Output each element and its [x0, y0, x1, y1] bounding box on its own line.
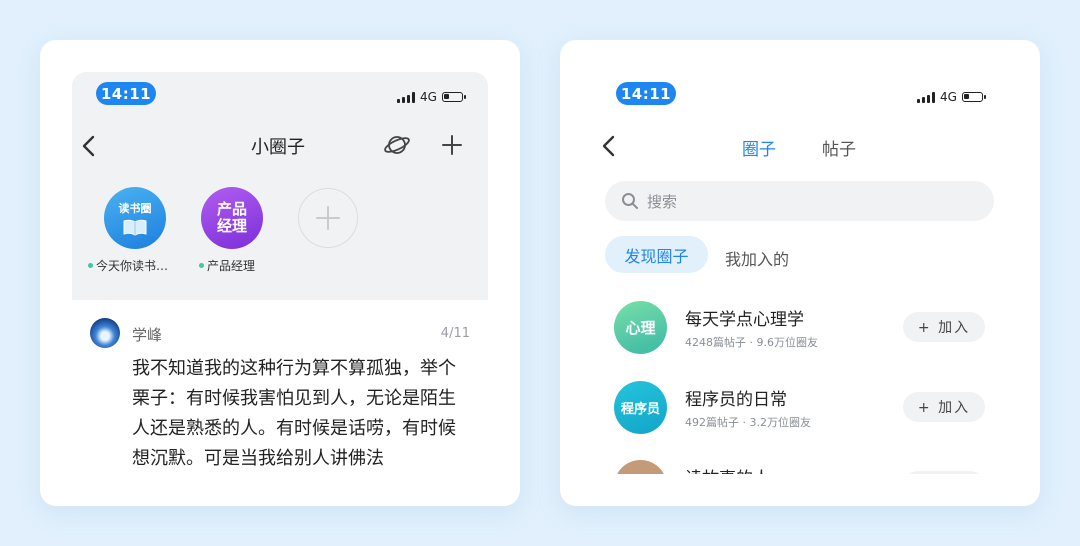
status-indicators: 4G	[917, 90, 986, 104]
active-dot	[199, 263, 204, 268]
status-indicators: 4G	[397, 90, 466, 104]
status-time: 14:11	[96, 82, 156, 105]
book-icon	[123, 219, 147, 236]
circle-pm-label[interactable]: 产品经理	[199, 257, 255, 274]
group-icon-programmer[interactable]: 程序员	[614, 381, 667, 434]
search-bar[interactable]: 搜索	[605, 181, 994, 221]
group-name[interactable]: 每天学点心理学	[685, 305, 804, 330]
tab-posts[interactable]: 帖子	[822, 135, 856, 160]
search-input[interactable]: 搜索	[647, 191, 677, 212]
join-button[interactable]: + 加入	[903, 392, 985, 422]
circle-reading[interactable]: 读书圈	[104, 187, 166, 249]
group-name[interactable]: 程序员的日常	[685, 385, 787, 410]
signal-icon	[917, 91, 935, 103]
segment-joined[interactable]: 我加入的	[725, 246, 789, 270]
active-dot	[88, 263, 93, 268]
back-arrow-icon[interactable]	[80, 135, 100, 157]
avatar[interactable]	[90, 318, 120, 348]
post-author[interactable]: 学峰	[132, 324, 162, 345]
right-card: 14:11 4G 圈子 帖子 搜索 发现圈子 我加入的 心理 每天学点心理学 4…	[560, 40, 1040, 506]
post-text: 我不知道我的这种行为算不算孤独，举个栗子：有时候我害怕见到人，无论是陌生人还是熟…	[132, 358, 456, 469]
join-button[interactable]	[903, 471, 985, 474]
back-arrow-icon[interactable]	[600, 135, 620, 157]
group-icon-story[interactable]	[614, 460, 667, 474]
post-card[interactable]: 学峰 4/11 我不知道我的这种行为算不算孤独，举个栗子：有时候我害怕见到人，无…	[72, 300, 488, 506]
add-icon[interactable]	[441, 134, 463, 160]
group-name[interactable]: 读故事的人	[685, 464, 770, 474]
group-icon-psychology[interactable]: 心理	[614, 301, 667, 354]
tab-circles[interactable]: 圈子	[742, 135, 776, 160]
search-icon	[622, 193, 638, 209]
group-row-partial[interactable]: 读故事的人	[560, 456, 1040, 474]
circle-reading-text: 读书圈	[118, 202, 152, 215]
group-stats: 492篇帖子 · 3.2万位圈友	[685, 416, 811, 429]
left-card: 14:11 4G 小圈子 读书圈 今天你读书… 产品经理 产品经理 学峰 4/1…	[40, 40, 520, 506]
status-time: 14:11	[616, 82, 676, 105]
planet-icon[interactable]	[383, 132, 411, 162]
circle-product-manager[interactable]: 产品经理	[201, 187, 263, 249]
add-circle-button[interactable]	[298, 188, 358, 248]
network-label: 4G	[940, 90, 957, 104]
battery-icon	[441, 92, 466, 102]
circle-reading-label[interactable]: 今天你读书…	[88, 257, 168, 274]
segment-discover[interactable]: 发现圈子	[605, 236, 708, 273]
battery-icon	[961, 92, 986, 102]
circle-pm-text: 产品经理	[216, 200, 247, 235]
signal-icon	[397, 91, 415, 103]
plus-icon	[316, 206, 340, 230]
group-stats: 4248篇帖子 · 9.6万位圈友	[685, 336, 818, 349]
join-button[interactable]: + 加入	[903, 312, 985, 342]
network-label: 4G	[420, 90, 437, 104]
page-title: 小圈子	[251, 137, 305, 158]
post-date: 4/11	[440, 326, 470, 341]
